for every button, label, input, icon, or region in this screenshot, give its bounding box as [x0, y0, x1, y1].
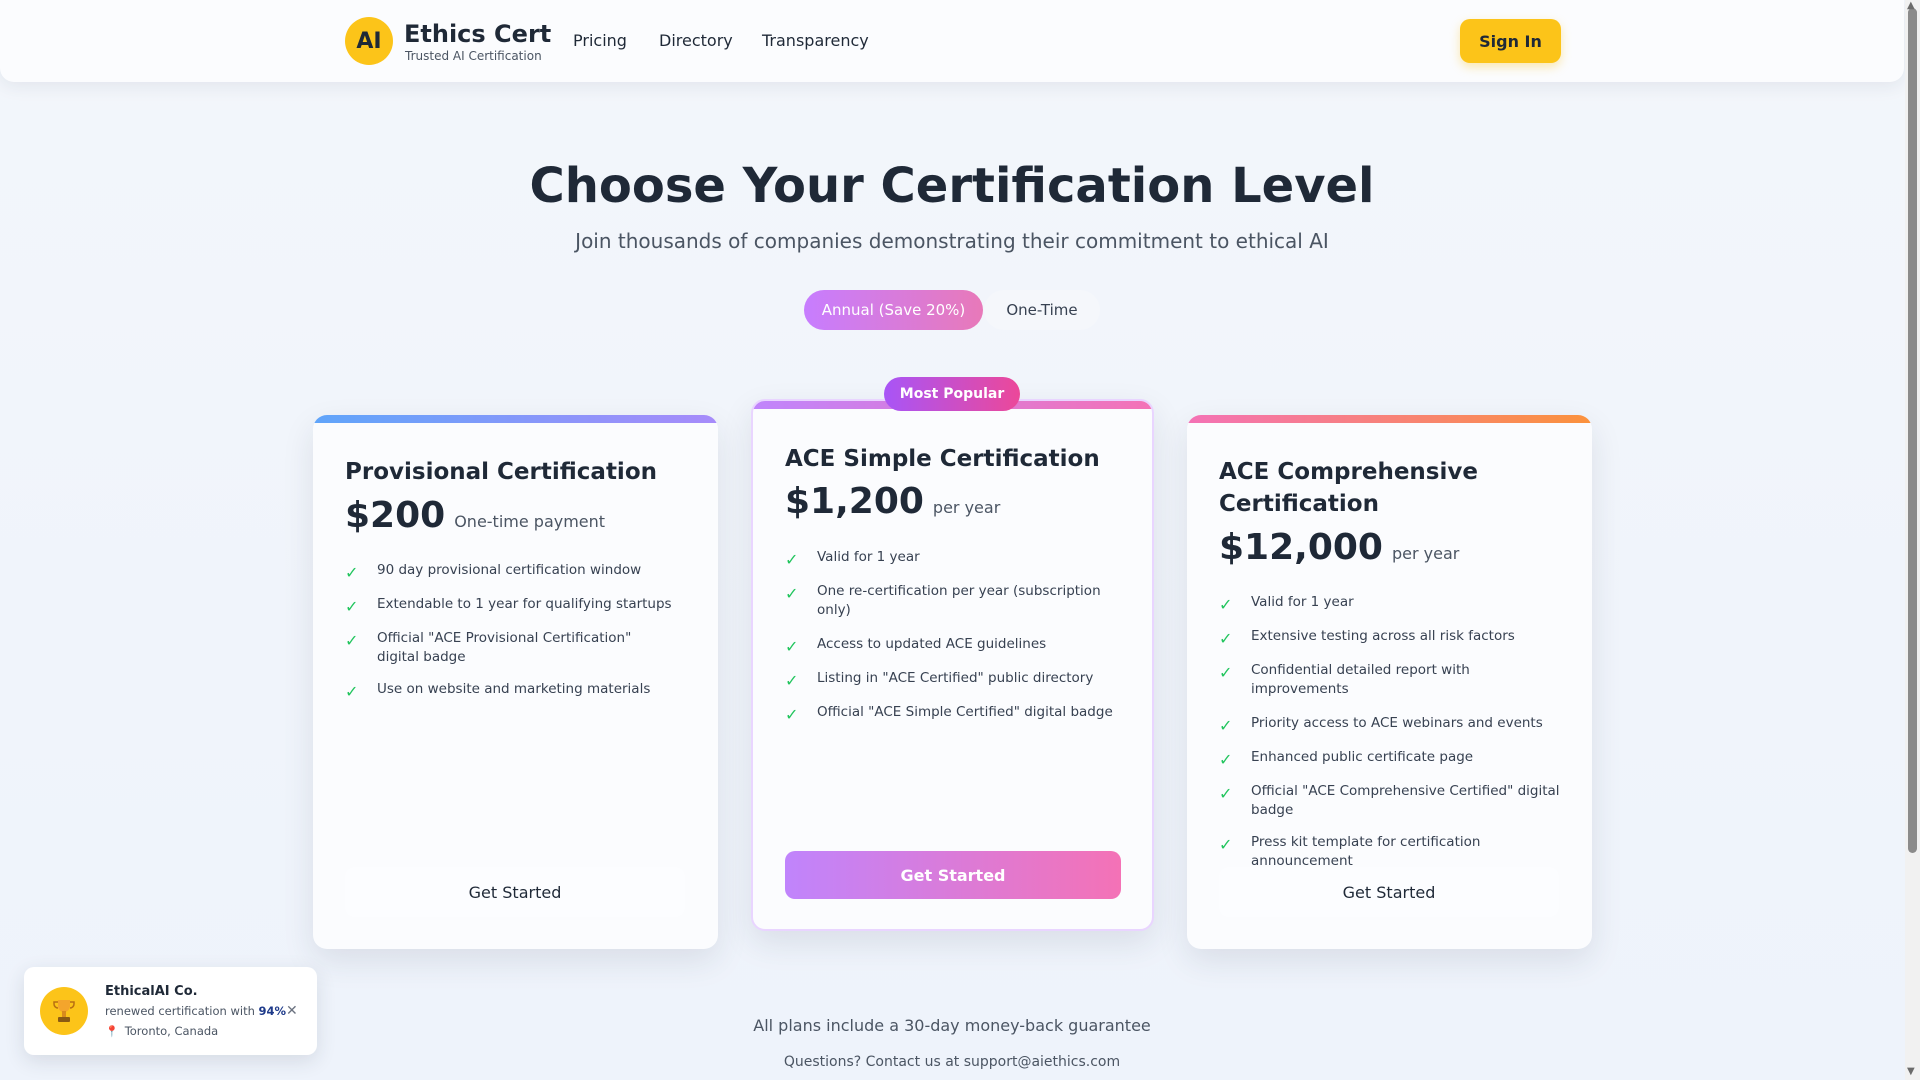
check-icon: ✓ — [1219, 750, 1233, 769]
nav-transparency[interactable]: Transparency — [762, 31, 869, 50]
card-accent-bar — [1187, 415, 1592, 423]
check-icon: ✓ — [785, 637, 799, 656]
logo[interactable]: AI — [345, 17, 393, 65]
billing-toggle-onetime[interactable]: One-Time — [984, 290, 1100, 330]
top-nav-bar: AI Ethics Cert Trusted AI Certification … — [0, 0, 1904, 82]
toast-location: 📍 Toronto, Canada — [105, 1024, 219, 1038]
toast-company: EthicalAI Co. — [105, 984, 198, 999]
billing-toggle-annual[interactable]: Annual (Save 20%) — [804, 290, 983, 330]
plan-price-suffix: per year — [932, 498, 1001, 517]
plan-title: Provisional Certification — [345, 459, 657, 485]
feature-item: ✓ Extendable to 1 year for qualifying sta… — [345, 596, 672, 616]
feature-item: ✓ Access to updated ACE guidelines — [785, 636, 1047, 656]
feature-item: ✓ One re-certification per year (subscrip… — [785, 582, 1130, 620]
check-icon: ✓ — [1219, 595, 1233, 614]
check-icon: ✓ — [345, 631, 359, 650]
feature-item: ✓ Extensive testing across all risk facto… — [1219, 628, 1515, 648]
feature-item: ✓ Listing in "ACE Certified" public direc… — [785, 670, 1094, 690]
feature-item: ✓ Enhanced public certificate page — [1219, 749, 1474, 769]
check-icon: ✓ — [345, 597, 359, 616]
card-accent-bar — [313, 415, 718, 423]
price-row: $1,200 per year — [785, 481, 1000, 522]
get-started-button-comprehensive[interactable]: Get Started — [1219, 867, 1559, 917]
plan-card-simple: ACE Simple Certification $1,200 per year… — [751, 399, 1154, 931]
check-icon: ✓ — [785, 584, 799, 603]
contact-text: Questions? Contact us at support@aiethic… — [783, 1054, 1121, 1070]
feature-item: ✓ Use on website and marketing materials — [345, 681, 651, 701]
brand-subtitle: Trusted AI Certification — [405, 49, 542, 63]
toast-score: 94% — [258, 1004, 287, 1018]
plan-price: $200 — [345, 495, 446, 536]
plan-price: $12,000 — [1219, 527, 1383, 568]
plan-price-suffix: One-time payment — [454, 512, 606, 531]
feature-list: ✓ Valid for 1 year ✓ Extensive testing acr… — [1219, 593, 1564, 871]
feature-item: ✓ 90 day provisional certification window — [345, 562, 642, 582]
feature-item: ✓ Official "ACE Comprehensive Certified" … — [1219, 782, 1564, 820]
plan-price-suffix: per year — [1391, 544, 1460, 563]
page-title: Choose Your Certification Level — [529, 158, 1375, 214]
price-row: $12,000 per year — [1219, 527, 1459, 568]
scrollbar-thumb[interactable] — [1908, 8, 1917, 853]
feature-item: ✓ Official "ACE Simple Certified" digital… — [785, 704, 1113, 724]
plan-title: ACE Comprehensive Certification — [1219, 456, 1478, 520]
feature-item: ✓ Confidential detailed report with impro… — [1219, 661, 1564, 699]
most-popular-badge: Most Popular — [884, 377, 1020, 411]
feature-item: ✓ Valid for 1 year — [1219, 594, 1354, 614]
price-row: $200 One-time payment — [345, 495, 605, 536]
feature-list: ✓ Valid for 1 year ✓ One re-certification … — [785, 548, 1130, 724]
sign-in-button[interactable]: Sign In — [1460, 19, 1561, 63]
check-icon: ✓ — [345, 563, 359, 582]
page-subtitle: Join thousands of companies demonstratin… — [575, 229, 1329, 253]
check-icon: ✓ — [1219, 663, 1233, 682]
plan-title-line: Certification — [1219, 491, 1379, 517]
plan-price: $1,200 — [785, 481, 924, 522]
plan-title-line: ACE Comprehensive — [1219, 459, 1478, 485]
get-started-button-simple[interactable]: Get Started — [785, 851, 1121, 899]
toast-message: renewed certification with 94% — [105, 1004, 287, 1018]
feature-item: ✓ Official "ACE Provisional Certification… — [345, 629, 675, 667]
feature-item: ✓ Valid for 1 year — [785, 549, 920, 569]
feature-list: ✓ 90 day provisional certification window… — [345, 561, 675, 701]
check-icon: ✓ — [345, 682, 359, 701]
nav-pricing[interactable]: Pricing — [573, 31, 627, 50]
plan-card-comprehensive: ACE Comprehensive Certification $12,000 … — [1187, 415, 1592, 949]
activity-toast: EthicalAI Co. renewed certification with… — [24, 967, 317, 1055]
feature-item: ✓ Press kit template for certification an… — [1219, 833, 1564, 871]
check-icon: ✓ — [785, 671, 799, 690]
check-icon: ✓ — [785, 550, 799, 569]
scroll-up-icon[interactable]: ▲ — [1907, 0, 1915, 11]
logo-text: AI — [356, 28, 382, 54]
check-icon: ✓ — [785, 705, 799, 724]
scroll-down-icon[interactable]: ▼ — [1907, 1066, 1915, 1077]
close-icon[interactable]: ✕ — [286, 1002, 298, 1019]
check-icon: ✓ — [1219, 784, 1233, 803]
nav-directory[interactable]: Directory — [659, 31, 733, 50]
check-icon: ✓ — [1219, 716, 1233, 735]
pin-icon: 📍 — [105, 1024, 119, 1038]
plan-card-provisional: Provisional Certification $200 One-time … — [313, 415, 718, 949]
brand-title[interactable]: Ethics Cert — [404, 20, 551, 48]
plan-title: ACE Simple Certification — [785, 446, 1100, 472]
get-started-button-provisional[interactable]: Get Started — [345, 867, 685, 917]
trophy-icon — [40, 987, 88, 1035]
feature-item: ✓ Priority access to ACE webinars and eve… — [1219, 715, 1543, 735]
check-icon: ✓ — [1219, 629, 1233, 648]
